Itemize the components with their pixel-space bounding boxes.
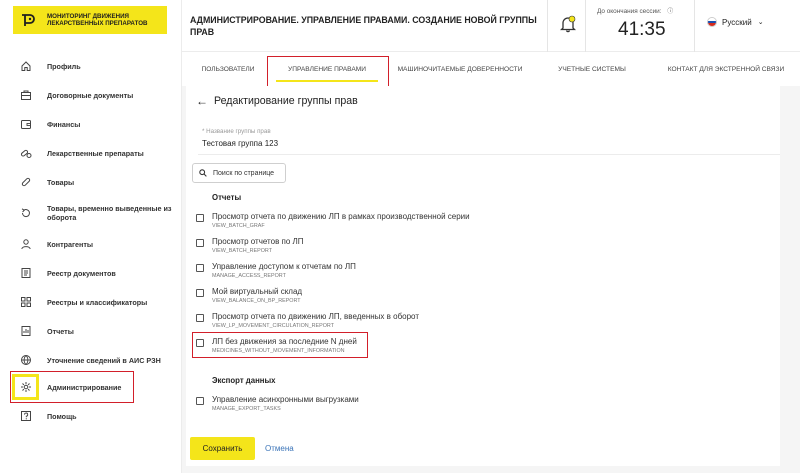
- section-heading-reports: Отчеты: [212, 193, 242, 202]
- header-divider: [694, 0, 695, 52]
- permission-title: Управление доступом к отчетам по ЛП: [212, 262, 356, 271]
- section-heading-export: Экспорт данных: [212, 376, 276, 385]
- highlight-permission-medicines: [192, 332, 368, 358]
- sidebar-item-label: Профиль: [47, 61, 81, 71]
- session-timer-label: До окончания сессии: ⓘ: [597, 6, 673, 15]
- home-icon: [20, 60, 32, 72]
- permission-checkbox[interactable]: [196, 214, 204, 222]
- group-name-input[interactable]: Тестовая группа 123: [202, 139, 278, 148]
- sidebar-item-document-registry[interactable]: Реестр документов: [0, 259, 182, 287]
- highlight-administration: [10, 371, 134, 403]
- permission-checkbox[interactable]: [196, 289, 204, 297]
- sidebar-item-profile[interactable]: Профиль: [0, 52, 182, 80]
- header-divider: [585, 0, 586, 52]
- sidebar-item-label: Помощь: [47, 411, 77, 421]
- document-list-icon: [20, 267, 32, 279]
- permission-code: MANAGE_ACCESS_REPORT: [212, 273, 286, 279]
- group-name-field[interactable]: * Название группы прав Тестовая группа 1…: [198, 125, 780, 155]
- cancel-button[interactable]: Отмена: [265, 444, 294, 453]
- permission-item: Просмотр отчетов по ЛП VIEW_BATCH_REPORT: [196, 237, 596, 259]
- permission-checkbox[interactable]: [196, 314, 204, 322]
- sidebar-item-ais-rzn[interactable]: Уточнение сведений в АИС РЗН: [0, 346, 182, 374]
- page-title: АДМИНИСТРИРОВАНИЕ. УПРАВЛЕНИЕ ПРАВАМИ. С…: [190, 15, 537, 37]
- sidebar-item-label: Уточнение сведений в АИС РЗН: [47, 355, 161, 365]
- permission-title: Управление асинхронными выгрузками: [212, 395, 359, 404]
- permission-code: MANAGE_EXPORT_TASKS: [212, 406, 281, 412]
- save-button[interactable]: Сохранить: [190, 437, 255, 460]
- sidebar-item-label: Реестры и классификаторы: [47, 297, 148, 307]
- tab-accounting-systems[interactable]: УЧЕТНЫЕ СИСТЕМЫ: [542, 52, 642, 86]
- language-selector[interactable]: Русский ⌄: [707, 17, 764, 27]
- briefcase-icon: [20, 89, 32, 101]
- sidebar-item-contracts[interactable]: Договорные документы: [0, 81, 182, 109]
- pill-icon: [20, 176, 32, 188]
- sidebar-item-label: Реестр документов: [47, 268, 116, 278]
- header-divider: [547, 0, 548, 52]
- pills-icon: [20, 147, 32, 159]
- sidebar-item-registries[interactable]: Реестры и классификаторы: [0, 288, 182, 316]
- permission-checkbox[interactable]: [196, 239, 204, 247]
- info-icon: ⓘ: [667, 9, 674, 15]
- permission-code: VIEW_LP_MOVEMENT_CIRCULATION_REPORT: [212, 323, 335, 329]
- sidebar-item-label: Договорные документы: [47, 90, 134, 100]
- sidebar-item-counterparties[interactable]: Контрагенты: [0, 230, 182, 258]
- sidebar-item-medicines[interactable]: Лекарственные препараты: [0, 139, 182, 167]
- search-icon: [199, 169, 207, 177]
- russia-flag-icon: [707, 17, 717, 27]
- sidebar-item-reports[interactable]: Отчеты: [0, 317, 182, 345]
- permission-code: VIEW_BATCH_GRAF: [212, 223, 265, 229]
- tab-users[interactable]: ПОЛЬЗОВАТЕЛИ: [192, 52, 264, 86]
- help-icon: [20, 410, 32, 422]
- group-name-label: * Название группы прав: [202, 128, 271, 135]
- sidebar-item-label: Отчеты: [47, 326, 74, 336]
- permission-title: Просмотр отчетов по ЛП: [212, 237, 304, 246]
- sidebar: МОНИТОРИНГ ДВИЖЕНИЯ ЛЕКАРСТВЕННЫХ ПРЕПАР…: [0, 0, 182, 473]
- permission-item: Просмотр отчета по движению ЛП в рамках …: [196, 212, 596, 234]
- permission-item: Управление доступом к отчетам по ЛП MANA…: [196, 262, 596, 284]
- wallet-icon: [20, 118, 32, 130]
- grid-icon: [20, 296, 32, 308]
- permission-title: Просмотр отчета по движению ЛП, введенны…: [212, 312, 419, 321]
- tab-machine-readable-poa[interactable]: МАШИНОЧИТАЕМЫЕ ДОВЕРЕННОСТИ: [390, 52, 530, 86]
- permission-title: Просмотр отчета по движению ЛП в рамках …: [212, 212, 470, 221]
- sidebar-item-help[interactable]: Помощь: [0, 402, 182, 430]
- tab-emergency-contact[interactable]: КОНТАКТ ДЛЯ ЭКСТРЕННОЙ СВЯЗИ: [652, 52, 800, 86]
- chevron-down-icon: ⌄: [757, 19, 764, 26]
- sidebar-item-label: Финансы: [47, 119, 81, 129]
- sidebar-item-finance[interactable]: Финансы: [0, 110, 182, 138]
- session-label-text: До окончания сессии:: [597, 8, 662, 15]
- session-timer: 41:35: [618, 19, 666, 40]
- search-input[interactable]: Поиск по странице: [213, 170, 274, 177]
- back-arrow-icon[interactable]: ←: [196, 94, 208, 108]
- sidebar-item-goods[interactable]: Товары: [0, 168, 182, 196]
- page-search[interactable]: Поиск по странице: [192, 163, 286, 183]
- permission-checkbox[interactable]: [196, 264, 204, 272]
- permission-title: Мой виртуальный склад: [212, 287, 303, 296]
- permission-code: VIEW_BATCH_REPORT: [212, 248, 273, 254]
- permission-item: Мой виртуальный склад VIEW_BALANCE_ON_BP…: [196, 287, 596, 309]
- sidebar-item-withdrawn-goods[interactable]: Товары, временно выведенные из оборота: [0, 197, 182, 229]
- sidebar-item-label: Товары, временно выведенные из оборота: [47, 204, 172, 222]
- globe-icon: [20, 354, 32, 366]
- language-label: Русский: [722, 17, 752, 27]
- highlight-rights-tab: [267, 56, 389, 90]
- return-icon: [20, 207, 32, 219]
- report-icon: [20, 325, 32, 337]
- logo-icon: [22, 14, 35, 26]
- form-header: ← Редактирование группы прав: [196, 94, 358, 108]
- permission-item: Просмотр отчета по движению ЛП, введенны…: [196, 312, 596, 334]
- bell-icon[interactable]: [560, 15, 576, 33]
- permission-checkbox[interactable]: [196, 397, 204, 405]
- header: АДМИНИСТРИРОВАНИЕ. УПРАВЛЕНИЕ ПРАВАМИ. С…: [182, 0, 800, 52]
- form-title: Редактирование группы прав: [214, 95, 358, 107]
- permission-item: Управление асинхронными выгрузками MANAG…: [196, 395, 596, 417]
- app-logo[interactable]: МОНИТОРИНГ ДВИЖЕНИЯ ЛЕКАРСТВЕННЫХ ПРЕПАР…: [13, 6, 167, 34]
- sidebar-item-label: Контрагенты: [47, 239, 94, 249]
- sidebar-item-label: Лекарственные препараты: [47, 148, 144, 158]
- sidebar-item-label: Товары: [47, 177, 75, 187]
- user-icon: [20, 238, 32, 250]
- logo-text: МОНИТОРИНГ ДВИЖЕНИЯ ЛЕКАРСТВЕННЫХ ПРЕПАР…: [47, 13, 148, 27]
- permission-code: VIEW_BALANCE_ON_BP_REPORT: [212, 298, 301, 304]
